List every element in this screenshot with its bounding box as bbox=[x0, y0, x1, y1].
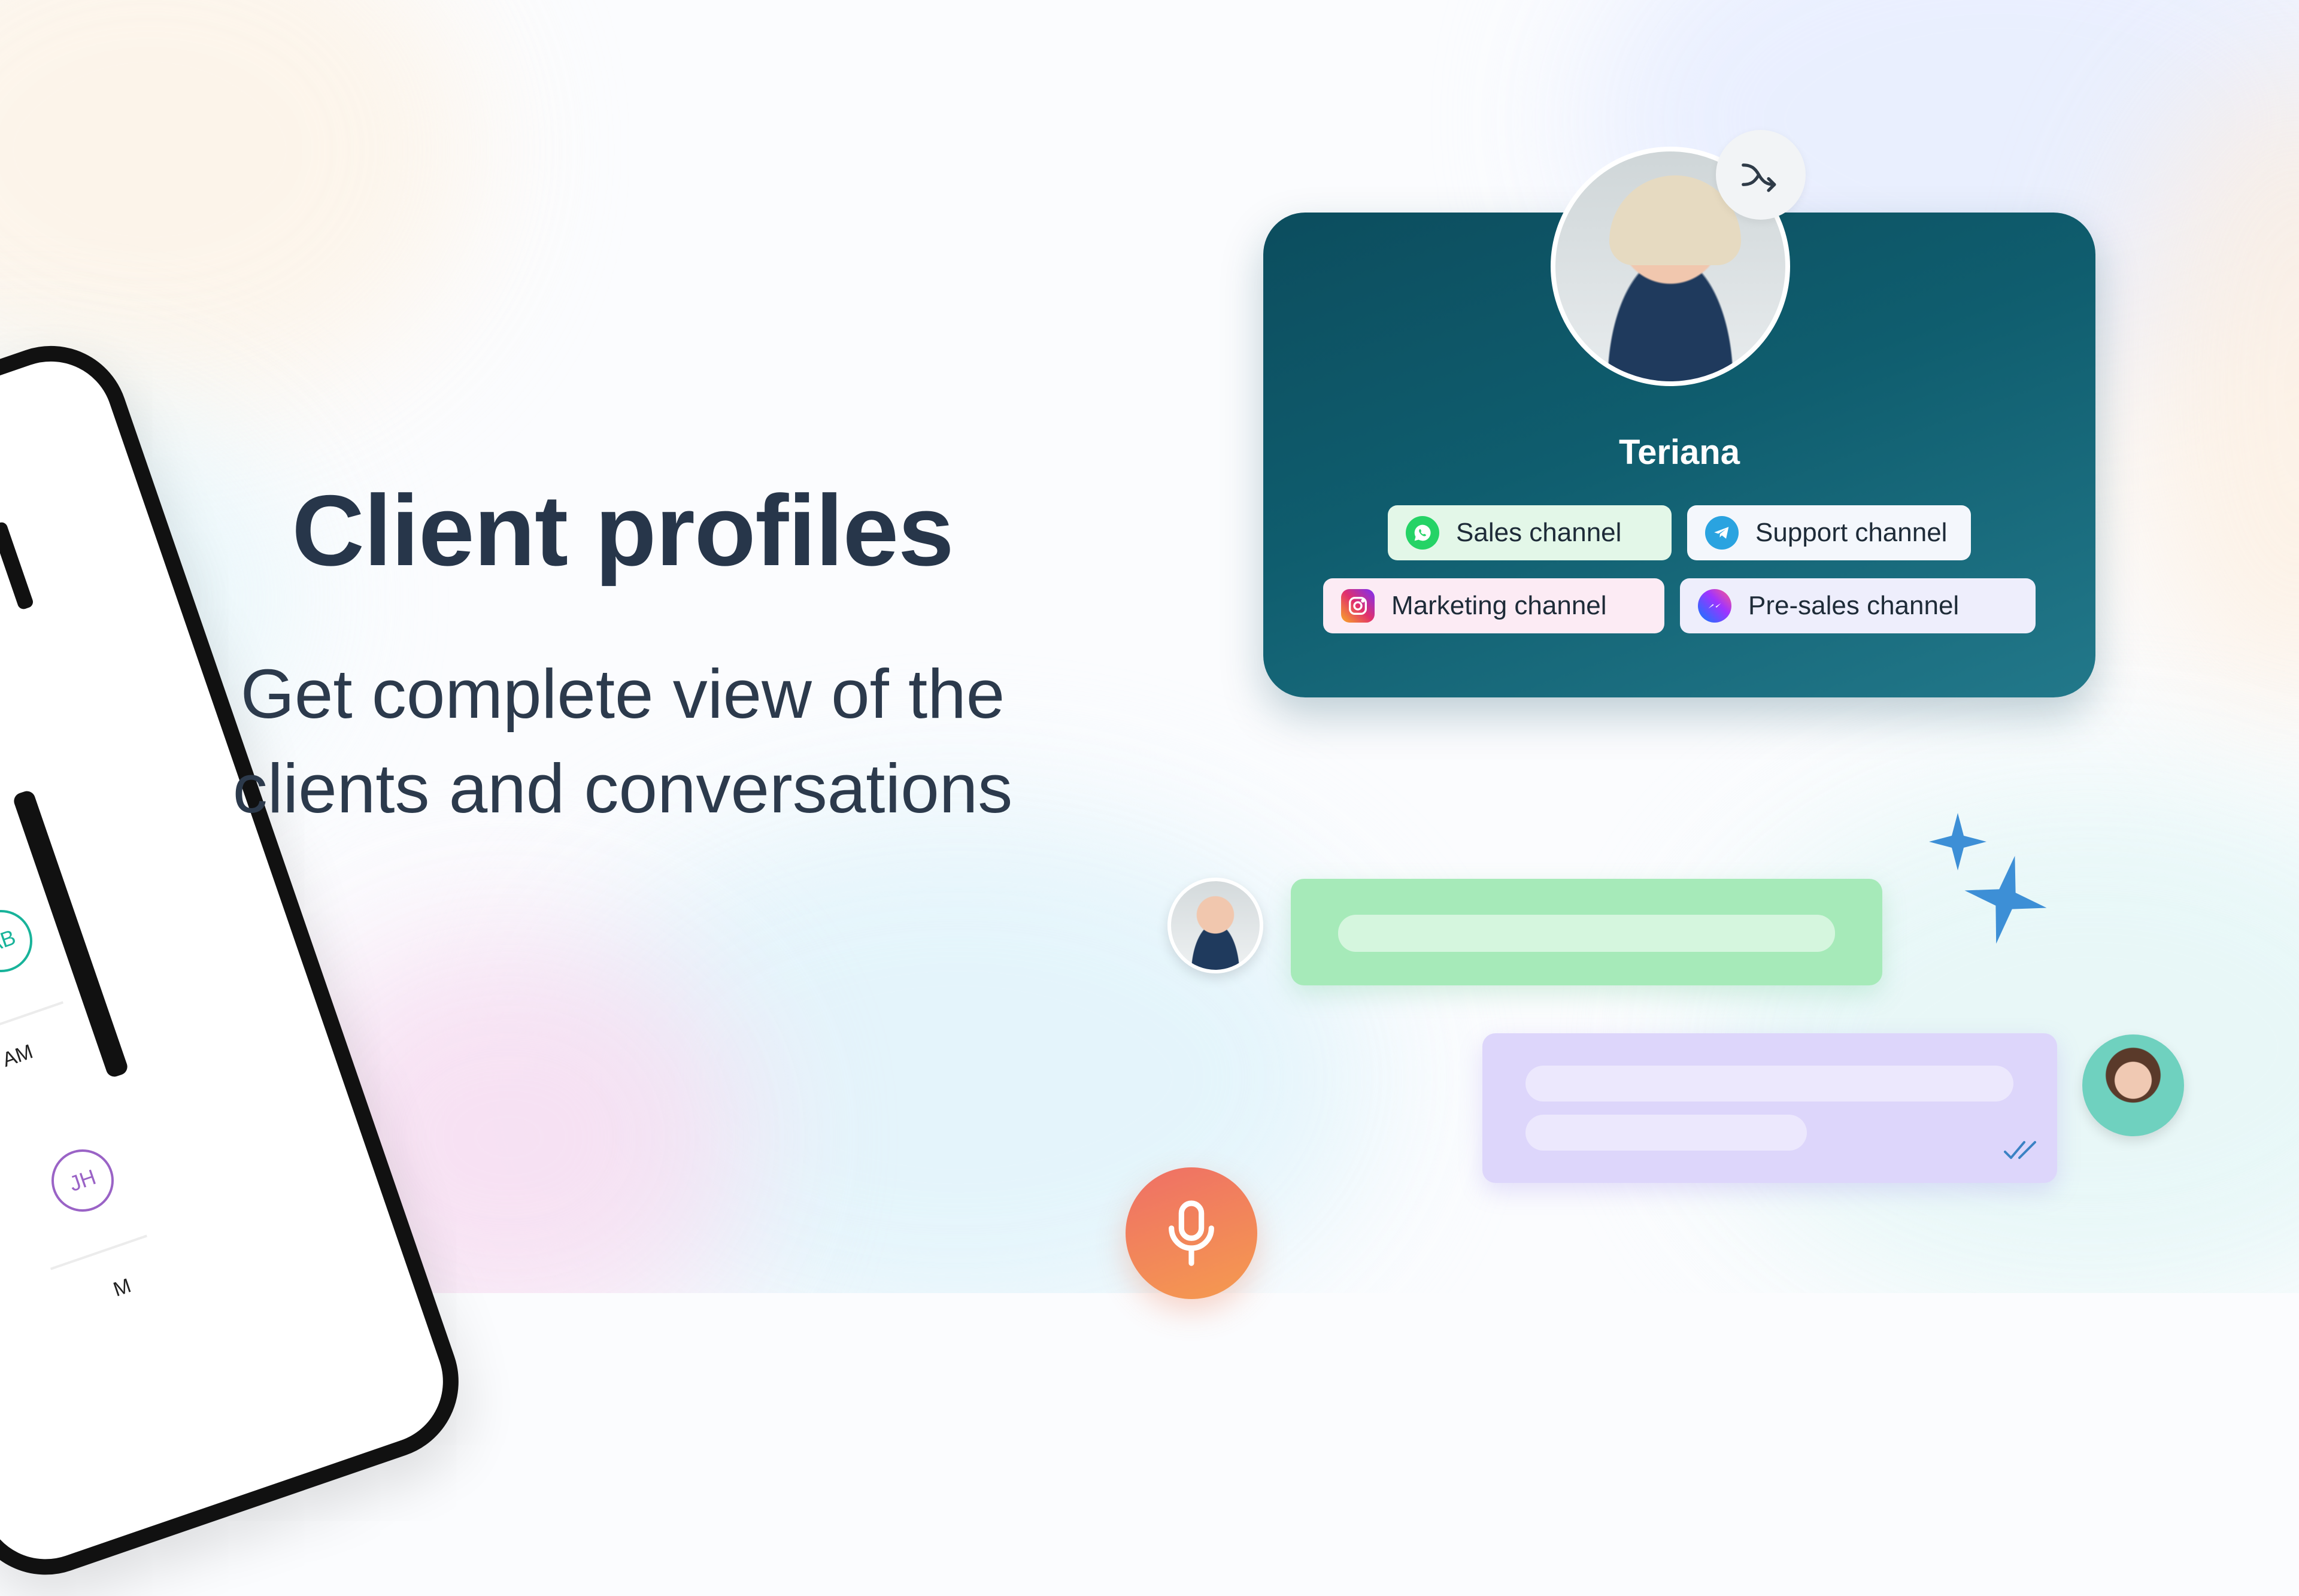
message-placeholder-line bbox=[1338, 915, 1835, 952]
channel-chip-sales[interactable]: Sales channel bbox=[1388, 505, 1672, 560]
microphone-icon bbox=[1169, 1200, 1214, 1266]
client-chat-avatar bbox=[1167, 878, 1263, 973]
client-name: Teriana bbox=[1618, 433, 1740, 472]
page-title: Client profiles bbox=[292, 474, 954, 587]
channel-chip-marketing[interactable]: Marketing channel bbox=[1323, 578, 1664, 633]
instagram-icon bbox=[1341, 589, 1375, 623]
sparkle-icon bbox=[1929, 813, 2047, 944]
message-placeholder-line bbox=[1525, 1066, 2013, 1102]
merge-profiles-button[interactable] bbox=[1716, 130, 1806, 220]
agent-chat-avatar bbox=[2082, 1034, 2184, 1136]
channel-chip-presales[interactable]: Pre-sales channel bbox=[1680, 578, 2036, 633]
channel-label: Marketing channel bbox=[1391, 591, 1607, 620]
outgoing-message-bubble bbox=[1482, 1033, 2057, 1183]
contact-avatar-jh[interactable]: JH bbox=[51, 1149, 114, 1212]
voice-message-button[interactable] bbox=[1126, 1167, 1257, 1299]
messenger-icon bbox=[1698, 589, 1731, 623]
contact-initials: AB bbox=[0, 924, 19, 957]
channel-label: Sales channel bbox=[1456, 518, 1622, 547]
double-check-icon bbox=[2004, 1141, 2036, 1159]
channel-label: Support channel bbox=[1755, 518, 1948, 547]
subtitle-line: clients and conversations bbox=[232, 750, 1013, 827]
contact-initials: JH bbox=[66, 1164, 99, 1197]
telegram-icon bbox=[1705, 516, 1739, 550]
channel-chip-support[interactable]: Support channel bbox=[1687, 505, 1971, 560]
merge-arrows-icon bbox=[1742, 163, 1776, 192]
subtitle-line: Get complete view of the bbox=[240, 655, 1005, 733]
page-subtitle: Get complete view of the clients and con… bbox=[174, 647, 1072, 836]
whatsapp-icon bbox=[1406, 516, 1439, 550]
message-placeholder-line bbox=[1525, 1115, 1807, 1151]
channel-label: Pre-sales channel bbox=[1748, 591, 1960, 620]
